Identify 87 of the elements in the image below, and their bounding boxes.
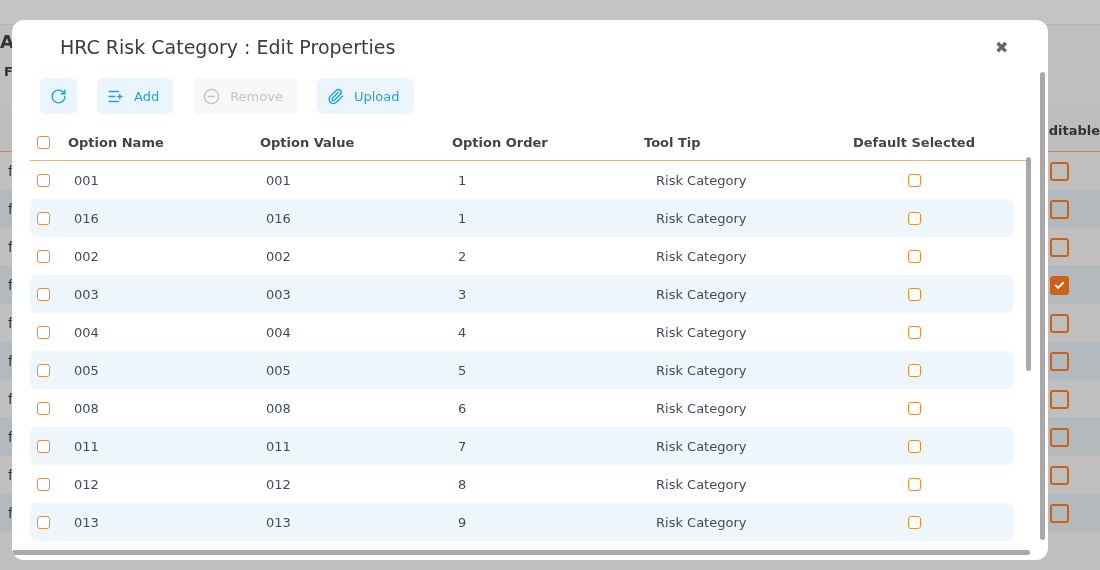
default-checkbox[interactable] [907, 477, 921, 491]
table-cell-text: 8 [457, 476, 468, 492]
table-cell-text: Risk Category [655, 438, 748, 454]
table-cell-text: 002 [73, 248, 100, 264]
default-checkbox[interactable] [907, 439, 921, 453]
row-checkbox[interactable] [37, 477, 50, 491]
default-checkbox[interactable] [907, 211, 921, 225]
check-icon [1054, 279, 1065, 291]
default-checkbox[interactable] [907, 173, 921, 187]
checkbox[interactable] [1050, 427, 1069, 447]
checkbox[interactable] [1050, 313, 1069, 333]
checkbox[interactable] [1050, 199, 1069, 219]
checkbox[interactable] [1050, 503, 1069, 523]
column-header: Option Order [452, 134, 549, 150]
table-cell-text: 004 [265, 324, 292, 340]
default-checkbox[interactable] [907, 363, 921, 377]
column-header: Default Selected [852, 134, 976, 150]
default-checkbox[interactable] [907, 515, 921, 529]
checkbox[interactable] [1050, 465, 1069, 485]
checkbox[interactable] [1050, 351, 1069, 371]
toolbar-button[interactable]: Upload [316, 78, 414, 114]
table-cell-text: 016 [73, 210, 100, 226]
table-cell-text: 012 [73, 476, 100, 492]
table-cell-text: 011 [265, 438, 292, 454]
table-cell-text: 001 [73, 172, 100, 188]
row-checkbox[interactable] [37, 211, 50, 225]
table-cell-text: 3 [457, 286, 468, 302]
table-cell-text: 1 [457, 172, 468, 188]
column-header: Option Name [68, 134, 165, 150]
toolbar-button[interactable]: Add [97, 78, 174, 114]
select-all-checkbox[interactable] [37, 135, 50, 149]
table-cell-text: 005 [265, 362, 292, 378]
checkbox[interactable] [1050, 389, 1069, 409]
table-cell-text: 011 [73, 438, 100, 454]
row-checkbox[interactable] [37, 325, 50, 339]
row-checkbox[interactable] [37, 249, 50, 263]
table-cell-text: 001 [265, 172, 292, 188]
row-checkbox[interactable] [37, 515, 50, 529]
paperclip-icon [326, 87, 344, 105]
table-cell-text: 2 [457, 248, 468, 264]
table-cell-text: 008 [265, 400, 292, 416]
default-checkbox[interactable] [907, 325, 921, 339]
table-cell-text: 6 [457, 400, 468, 416]
table-cell-text: 016 [265, 210, 292, 226]
table-cell-text: 013 [73, 514, 100, 530]
column-header: Tool Tip [644, 134, 702, 150]
checkbox[interactable] [1050, 237, 1069, 257]
table-cell-text: 4 [457, 324, 468, 340]
table-cell-text: Risk Category [655, 172, 748, 188]
table-cell-text: Risk Category [655, 476, 748, 492]
table-cell-text: Risk Category [655, 362, 748, 378]
close-button[interactable]: ✖ [995, 37, 1008, 57]
table-cell-text: 002 [265, 248, 292, 264]
refresh-icon [50, 87, 67, 105]
default-checkbox[interactable] [907, 401, 921, 415]
filter-label: F [4, 63, 13, 81]
row-checkbox[interactable] [37, 439, 50, 453]
table-cell-text: 7 [457, 438, 468, 454]
column-header: Option Value [260, 134, 356, 150]
table-cell-text: Risk Category [655, 400, 748, 416]
table-cell-text: 9 [457, 514, 468, 530]
row-checkbox[interactable] [37, 173, 50, 187]
column-header: ditable [1048, 122, 1100, 138]
table-cell-text: 003 [265, 286, 292, 302]
refresh-button[interactable] [40, 78, 77, 114]
table-cell-text: 003 [73, 286, 100, 302]
default-checkbox[interactable] [907, 249, 921, 263]
table-cell-text: 008 [73, 400, 100, 416]
table-cell-text: 013 [265, 514, 292, 530]
dialog-title: HRC Risk Category : Edit Properties [60, 36, 396, 58]
table-cell-text: 1 [457, 210, 468, 226]
table-cell-text: Risk Category [655, 514, 748, 530]
table-cell-text: 005 [73, 362, 100, 378]
table-cell-text: 012 [265, 476, 292, 492]
row-checkbox[interactable] [37, 363, 50, 377]
checkbox[interactable] [1050, 161, 1069, 181]
row-checkbox[interactable] [37, 287, 50, 301]
table-cell-text: Risk Category [655, 210, 748, 226]
table-cell-text: 004 [73, 324, 100, 340]
table-cell-text: Risk Category [655, 248, 748, 264]
checkbox[interactable] [1050, 275, 1069, 295]
table-cell-text: Risk Category [655, 286, 748, 302]
default-checkbox[interactable] [907, 287, 921, 301]
table-cell-text: 5 [457, 362, 468, 378]
table-cell-text: Risk Category [655, 324, 748, 340]
minus-circle-icon [203, 87, 221, 105]
row-checkbox[interactable] [37, 401, 50, 415]
